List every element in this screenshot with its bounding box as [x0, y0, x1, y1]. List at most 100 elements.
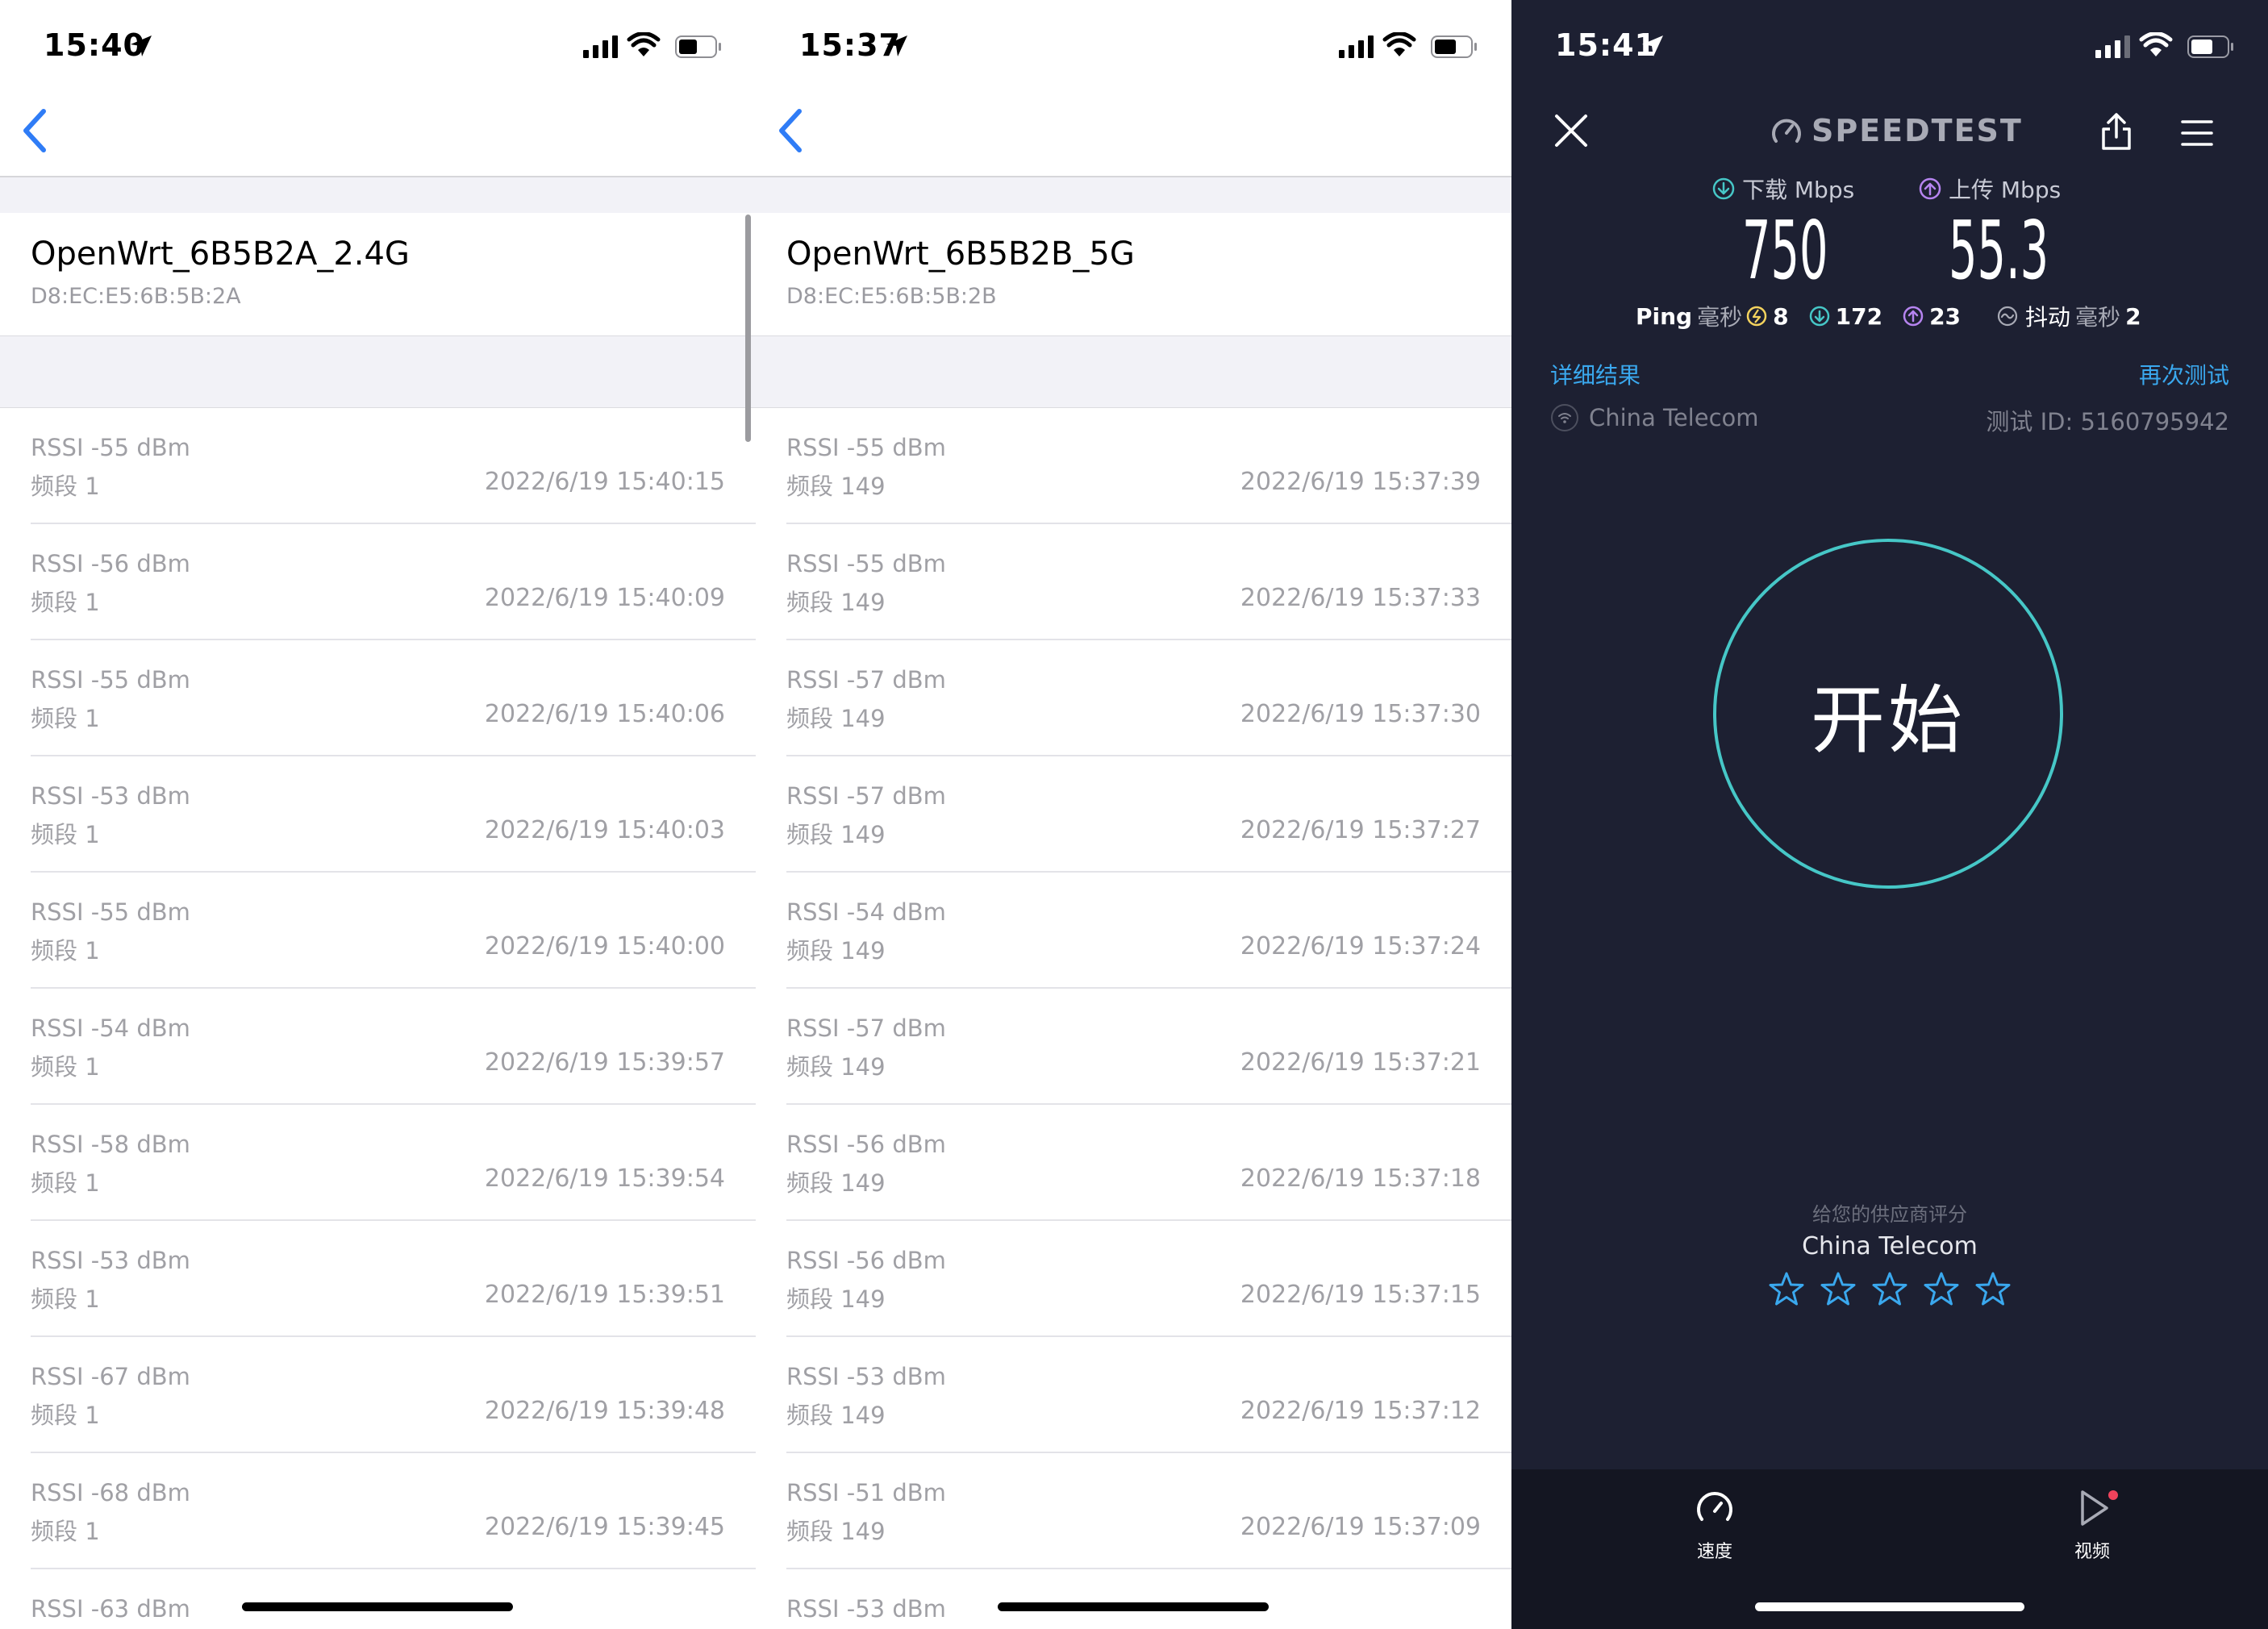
rssi-value: RSSI -68 dBm: [31, 1479, 190, 1506]
rate-isp-name: China Telecom: [1802, 1232, 1978, 1260]
star-icon[interactable]: [1768, 1271, 1805, 1308]
list-item: RSSI -53 dBm 频段 1 2022/6/19 15:40:03: [0, 756, 756, 873]
channel-value: 频段 149: [786, 937, 886, 964]
upload-speed: 55.3: [1949, 203, 2049, 298]
upload-label: 上传 Mbps: [1918, 173, 2061, 205]
upload-icon: [1919, 177, 1941, 200]
channel-value: 频段 149: [786, 1053, 886, 1081]
wifi-5g-panel: 15:37 OpenWrt_6B5B2B_5G D8:EC:E5:6B:5B:2…: [756, 0, 1511, 1629]
rssi-value: RSSI -55 dBm: [786, 550, 946, 577]
list-item: RSSI -55 dBm 频段 149 2022/6/19 15:37:33: [756, 524, 1511, 640]
status-bar: 15:37: [756, 0, 1511, 97]
list-item: RSSI -54 dBm 频段 1 2022/6/19 15:39:57: [0, 989, 756, 1105]
idle-latency-value: 8: [1773, 302, 1789, 330]
section-spacer: [0, 336, 756, 408]
battery-icon: [675, 35, 721, 58]
back-chevron-icon[interactable]: [16, 106, 52, 155]
list-item: RSSI -55 dBm 频段 1 2022/6/19 15:40:06: [0, 640, 756, 756]
retest-link[interactable]: 再次测试: [2139, 358, 2229, 390]
home-indicator[interactable]: [242, 1602, 513, 1611]
tab-speed-label: 速度: [1696, 1542, 1732, 1562]
jitter-label: 抖动: [2025, 304, 2071, 331]
channel-value: 频段 149: [786, 589, 886, 616]
jitter-icon: [1997, 306, 2018, 327]
rssi-value: RSSI -53 dBm: [786, 1363, 946, 1390]
timestamp: 2022/6/19 15:37:09: [1240, 1513, 1481, 1541]
rssi-value: RSSI -55 dBm: [31, 898, 190, 926]
timestamp: 2022/6/19 15:37:24: [1240, 932, 1481, 960]
timestamp: 2022/6/19 15:40:09: [484, 584, 725, 612]
list-item: RSSI -67 dBm 频段 1 2022/6/19 15:39:48: [0, 1337, 756, 1453]
timestamp: 2022/6/19 15:39:48: [484, 1397, 725, 1425]
timestamp: 2022/6/19 15:40:06: [484, 700, 725, 728]
channel-value: 频段 149: [786, 821, 886, 848]
star-icon[interactable]: [1871, 1271, 1908, 1308]
timestamp: 2022/6/19 15:37:18: [1240, 1164, 1481, 1193]
section-spacer: [0, 177, 756, 213]
channel-value: 频段 1: [31, 1518, 100, 1545]
speedtest-panel: 15:41 SPEEDTEST 下载 Mbps 上传 Mbps 750 55.3…: [1511, 0, 2268, 1629]
timestamp: 2022/6/19 15:40:00: [484, 932, 725, 960]
close-icon[interactable]: [1553, 113, 1589, 148]
ping-label: Ping: [1636, 302, 1693, 330]
section-spacer: [756, 177, 1511, 213]
notification-badge: [2108, 1490, 2118, 1500]
list-item: RSSI -51 dBm 频段 149 2022/6/19 15:37:09: [756, 1453, 1511, 1569]
download-speed: 750: [1742, 203, 1828, 298]
star-icon[interactable]: [1923, 1271, 1960, 1308]
star-icon[interactable]: [1820, 1271, 1857, 1308]
channel-value: 频段 149: [786, 1169, 886, 1197]
start-label: 开始: [1810, 677, 1966, 764]
list-item: RSSI -54 dBm 频段 149 2022/6/19 15:37:24: [756, 873, 1511, 989]
isp-info: China Telecom: [1550, 403, 1759, 432]
timestamp: 2022/6/19 15:40:03: [484, 816, 725, 844]
tab-bar: 速度 视频: [1511, 1469, 2268, 1629]
rssi-value: RSSI -53 dBm: [31, 1247, 190, 1274]
wifi-circle-icon: [1551, 404, 1578, 431]
star-icon[interactable]: [1974, 1271, 2012, 1308]
location-arrow-icon: [1642, 35, 1663, 56]
channel-value: 频段 1: [31, 1169, 100, 1197]
channel-value: 频段 149: [786, 1518, 886, 1545]
list-item: RSSI -53 dBm 频段 149 2022/6/19 15:37:12: [756, 1337, 1511, 1453]
section-spacer: [756, 336, 1511, 408]
isp-name: China Telecom: [1589, 404, 1759, 431]
rssi-value: RSSI -55 dBm: [786, 434, 946, 461]
list-item: RSSI -57 dBm 频段 149 2022/6/19 15:37:30: [756, 640, 1511, 756]
network-name: OpenWrt_6B5B2B_5G: [786, 235, 1135, 273]
menu-icon[interactable]: [2181, 119, 2213, 147]
rssi-history-list: RSSI -55 dBm 频段 149 2022/6/19 15:37:39 RSS…: [756, 408, 1511, 1629]
channel-value: 频段 1: [31, 1053, 100, 1081]
scrollbar[interactable]: [745, 215, 751, 442]
timestamp: 2022/6/19 15:37:30: [1240, 700, 1481, 728]
start-test-button[interactable]: 开始: [1713, 539, 2063, 889]
tab-video-label: 视频: [2074, 1542, 2110, 1562]
jitter-ms-label: 毫秒: [2075, 304, 2121, 331]
list-item: RSSI -58 dBm 频段 1 2022/6/19 15:39:54: [0, 1105, 756, 1221]
tab-video[interactable]: 视频: [2060, 1487, 2124, 1563]
upload-latency-icon: [1903, 306, 1924, 327]
home-indicator[interactable]: [998, 1602, 1269, 1611]
rssi-value: RSSI -67 dBm: [31, 1363, 190, 1390]
battery-icon: [1431, 35, 1477, 58]
back-chevron-icon[interactable]: [772, 106, 807, 155]
list-item: RSSI -56 dBm 频段 149 2022/6/19 15:37:18: [756, 1105, 1511, 1221]
timestamp: 2022/6/19 15:37:12: [1240, 1397, 1481, 1425]
speed-gauge-icon: [1697, 1492, 1732, 1521]
timestamp: 2022/6/19 15:39:45: [484, 1513, 725, 1541]
list-item: RSSI -57 dBm 频段 149 2022/6/19 15:37:27: [756, 756, 1511, 873]
battery-icon: [2187, 35, 2233, 58]
rssi-value: RSSI -57 dBm: [786, 782, 946, 810]
rssi-value: RSSI -56 dBm: [786, 1131, 946, 1158]
detailed-results-link[interactable]: 详细结果: [1550, 358, 1641, 390]
share-icon[interactable]: [2100, 111, 2133, 152]
channel-value: 频段 1: [31, 473, 100, 500]
play-icon: [2081, 1490, 2108, 1526]
logo-text: SPEEDTEST: [1811, 113, 2023, 148]
home-indicator[interactable]: [1755, 1602, 2024, 1611]
rssi-value: RSSI -55 dBm: [31, 666, 190, 694]
tab-speed[interactable]: 速度: [1682, 1487, 1747, 1563]
list-item: RSSI -53 dBm 频段 1 2022/6/19 15:39:51: [0, 1221, 756, 1337]
rssi-value: RSSI -57 dBm: [786, 666, 946, 694]
timestamp: 2022/6/19 15:37:27: [1240, 816, 1481, 844]
